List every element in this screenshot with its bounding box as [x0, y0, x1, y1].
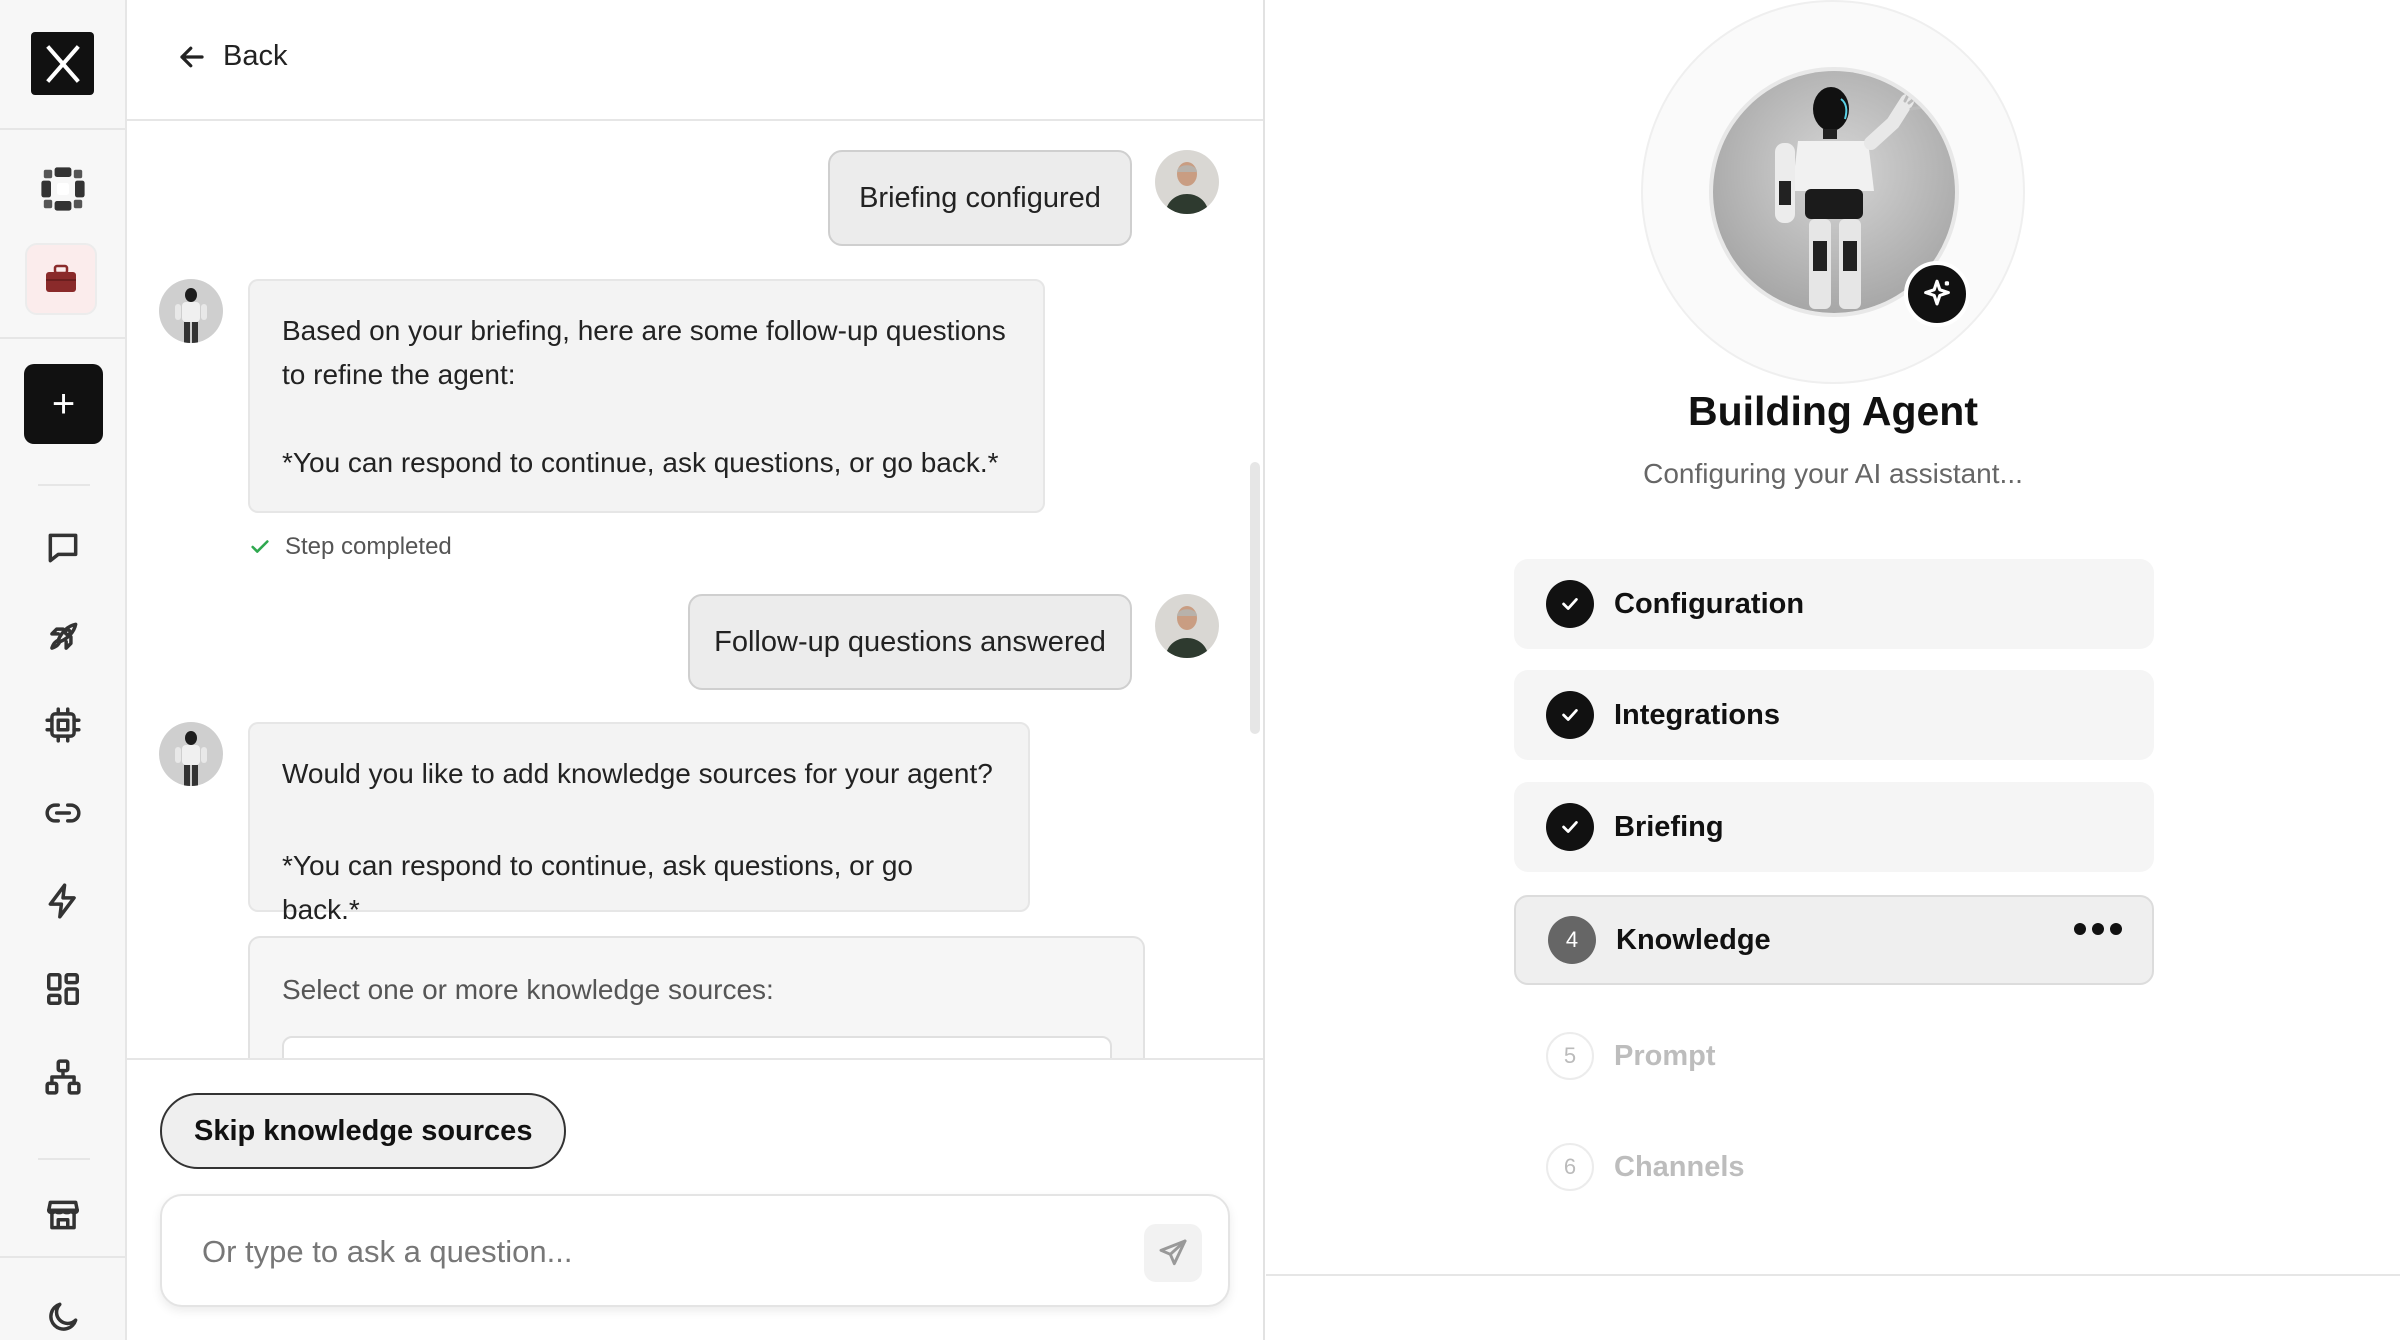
step-check-circle [1546, 580, 1594, 628]
arrow-left-icon [180, 46, 204, 67]
step-check-circle [1546, 691, 1594, 739]
step-label: Channels [1614, 1150, 1745, 1183]
rocket-icon[interactable] [36, 610, 90, 664]
sidebar-divider [0, 1256, 127, 1258]
check-icon [1562, 709, 1578, 721]
chat-header: Back [127, 0, 1263, 121]
ai-sparkle-badge [1904, 261, 1970, 327]
send-icon [1159, 1239, 1187, 1266]
chat-scrollbar[interactable] [1250, 462, 1260, 734]
chat-panel: Back Briefing configured Based on your b… [127, 0, 1265, 1340]
user-message: Briefing configured [828, 150, 1132, 246]
app-logo[interactable] [31, 32, 94, 95]
agent-message-spacer [282, 397, 1011, 441]
workspace-icon[interactable] [36, 162, 90, 216]
store-icon[interactable] [36, 1188, 90, 1242]
user-avatar [1155, 150, 1219, 214]
step-label: Knowledge [1616, 923, 1771, 956]
step-label: Configuration [1614, 587, 1805, 620]
step-number: 4 [1548, 916, 1596, 964]
lightning-icon[interactable] [36, 874, 90, 928]
loading-dots-icon [2074, 923, 2122, 935]
left-sidebar: + [0, 0, 127, 1340]
step-prompt: 5 Prompt [1514, 1011, 2154, 1101]
plus-icon: + [51, 381, 76, 426]
agent-message-line: Based on your briefing, here are some fo… [282, 315, 1006, 346]
user-avatar [1155, 594, 1219, 658]
agent-message-line: *You can respond to continue, ask questi… [282, 850, 913, 925]
user-message-text: Briefing configured [859, 181, 1101, 214]
step-check-circle [1546, 803, 1594, 851]
send-button[interactable] [1144, 1224, 1202, 1282]
agent-builder-panel: Building Agent Configuring your AI assis… [1266, 0, 2400, 1340]
knowledge-source-selector: Select one or more knowledge sources: [248, 936, 1145, 1060]
sidebar-divider [38, 1158, 90, 1160]
step-label: Prompt [1614, 1039, 1716, 1072]
sparkle-icon [1924, 279, 1950, 306]
agent-avatar [159, 279, 223, 343]
chat-footer: Skip knowledge sources [127, 1058, 1263, 1340]
x-logo-icon [45, 44, 80, 83]
link-icon[interactable] [36, 786, 90, 840]
sidebar-divider [38, 484, 90, 486]
step-channels: 6 Channels [1514, 1122, 2154, 1212]
agent-avatar [159, 722, 223, 786]
agent-message-line: to refine the agent: [282, 359, 516, 390]
agent-message-line: Would you like to add knowledge sources … [282, 758, 993, 789]
agent-message-line: *You can respond to continue, ask questi… [282, 447, 999, 478]
step-completed-status: Step completed [249, 533, 452, 561]
check-icon [1562, 821, 1578, 833]
agent-message: Would you like to add knowledge sources … [248, 722, 1030, 925]
grid-icon[interactable] [36, 962, 90, 1016]
back-label: Back [223, 40, 288, 72]
new-item-button[interactable]: + [24, 364, 103, 444]
builder-footer [1266, 1274, 2400, 1340]
step-knowledge[interactable]: 4 Knowledge [1514, 895, 2154, 985]
step-briefing[interactable]: Briefing [1514, 782, 2154, 872]
knowledge-source-prompt: Select one or more knowledge sources: [282, 974, 774, 1005]
knowledge-source-option[interactable] [282, 1036, 1112, 1060]
hierarchy-icon[interactable] [36, 1050, 90, 1104]
user-message: Follow-up questions answered [688, 594, 1132, 690]
agent-message: Based on your briefing, here are some fo… [248, 279, 1045, 513]
question-input-box [160, 1194, 1230, 1307]
step-number: 5 [1546, 1032, 1594, 1080]
cpu-icon[interactable] [36, 698, 90, 752]
moon-icon[interactable] [36, 1290, 90, 1340]
step-label: Integrations [1614, 698, 1780, 731]
check-icon [1562, 598, 1578, 610]
user-message-text: Follow-up questions answered [714, 625, 1106, 658]
question-input[interactable] [202, 1230, 1082, 1274]
step-integrations[interactable]: Integrations [1514, 670, 2154, 760]
step-number: 6 [1546, 1143, 1594, 1191]
skip-knowledge-sources-button[interactable]: Skip knowledge sources [160, 1093, 567, 1169]
builder-subtitle: Configuring your AI assistant... [1643, 458, 2023, 489]
sidebar-divider [0, 337, 127, 339]
builder-title: Building Agent [1688, 388, 1978, 434]
check-icon [251, 540, 269, 553]
briefcase-button[interactable] [25, 243, 97, 315]
sidebar-divider [0, 128, 127, 130]
chat-icon[interactable] [36, 521, 90, 575]
step-configuration[interactable]: Configuration [1514, 559, 2154, 649]
agent-message-spacer [282, 796, 996, 844]
step-label: Briefing [1614, 810, 1724, 843]
back-button[interactable]: Back [177, 40, 287, 73]
step-completed-text: Step completed [285, 533, 452, 560]
briefcase-icon [46, 264, 76, 292]
